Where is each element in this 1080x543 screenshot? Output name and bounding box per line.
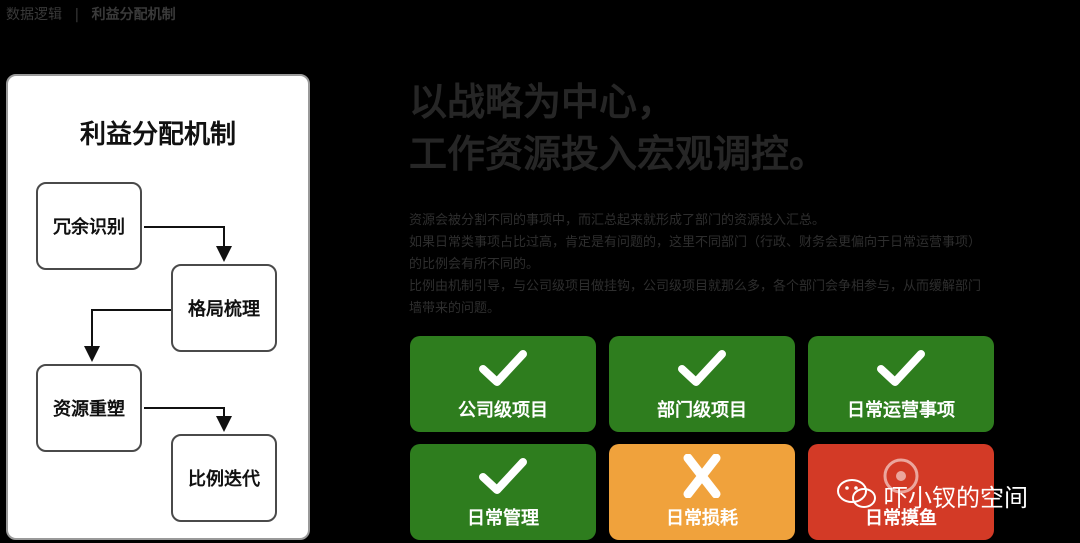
headline-line-2: 工作资源投入宏观调控。 [409,132,828,176]
tile-daily-operations: 日常运营事项 [808,336,994,432]
breadcrumb-parent: 数据逻辑 [6,7,62,23]
arrow-step3-step4 [144,407,232,432]
tile-label: 日常管理 [467,508,539,529]
arrow-step2-step3 [84,309,171,362]
check-icon [410,454,596,498]
flow-diagram-card: 利益分配机制 冗余识别 格局梳理 资源重塑 比例迭代 [6,74,310,540]
description-line: 如果日常类事项占比过高，肯定是有问题的，这里不同部门（行政、财务会更偏向于日常运… [409,235,982,250]
check-icon [808,346,994,390]
tile-label: 日常损耗 [666,508,738,529]
flow-step-label: 冗余识别 [53,217,125,238]
tile-company-project: 公司级项目 [410,336,596,432]
description-line: 比例由机制引导，与公司级项目做挂钩，公司级项目就那么多，各个部门会争相参与，从而… [409,279,982,294]
flow-step-redundancy: 冗余识别 [36,182,142,270]
flow-step-reshape: 资源重塑 [36,364,142,452]
flow-step-iterate: 比例迭代 [171,434,277,522]
tile-daily-loss: 日常损耗 [609,444,795,540]
cross-icon [609,453,795,499]
description-line: 资源会被分割不同的事项中，而汇总起来就形成了部门的资源投入汇总。 [409,213,826,228]
tile-department-project: 部门级项目 [609,336,795,432]
tile-label: 公司级项目 [458,400,548,421]
watermark-text: 吓小钗的空间 [884,484,1028,512]
breadcrumb-separator: | [74,7,80,23]
tile-daily-management: 日常管理 [410,444,596,540]
tile-label: 部门级项目 [657,400,747,421]
flow-step-label: 比例迭代 [188,469,260,490]
description-line: 墙带来的问题。 [409,301,501,316]
breadcrumb-current: 利益分配机制 [91,7,176,23]
watermark: 吓小钗的空间 [836,458,1076,528]
wechat-icon [837,479,876,508]
flow-step-pattern: 格局梳理 [171,264,277,352]
arrow-step1-step2 [144,226,232,262]
description-line: 的比例会有所不同的。 [409,257,540,272]
headline-line-1: 以战略为中心， [409,80,676,124]
check-icon [609,346,795,390]
breadcrumb: 数据逻辑 | 利益分配机制 [6,4,176,24]
tile-label: 日常运营事项 [847,400,955,421]
headline: 以战略为中心， 工作资源投入宏观调控。 [409,76,827,180]
flow-step-label: 资源重塑 [53,399,125,420]
flow-step-label: 格局梳理 [188,299,260,320]
check-icon [410,346,596,390]
description: 资源会被分割不同的事项中，而汇总起来就形成了部门的资源投入汇总。 如果日常类事项… [409,210,1077,320]
